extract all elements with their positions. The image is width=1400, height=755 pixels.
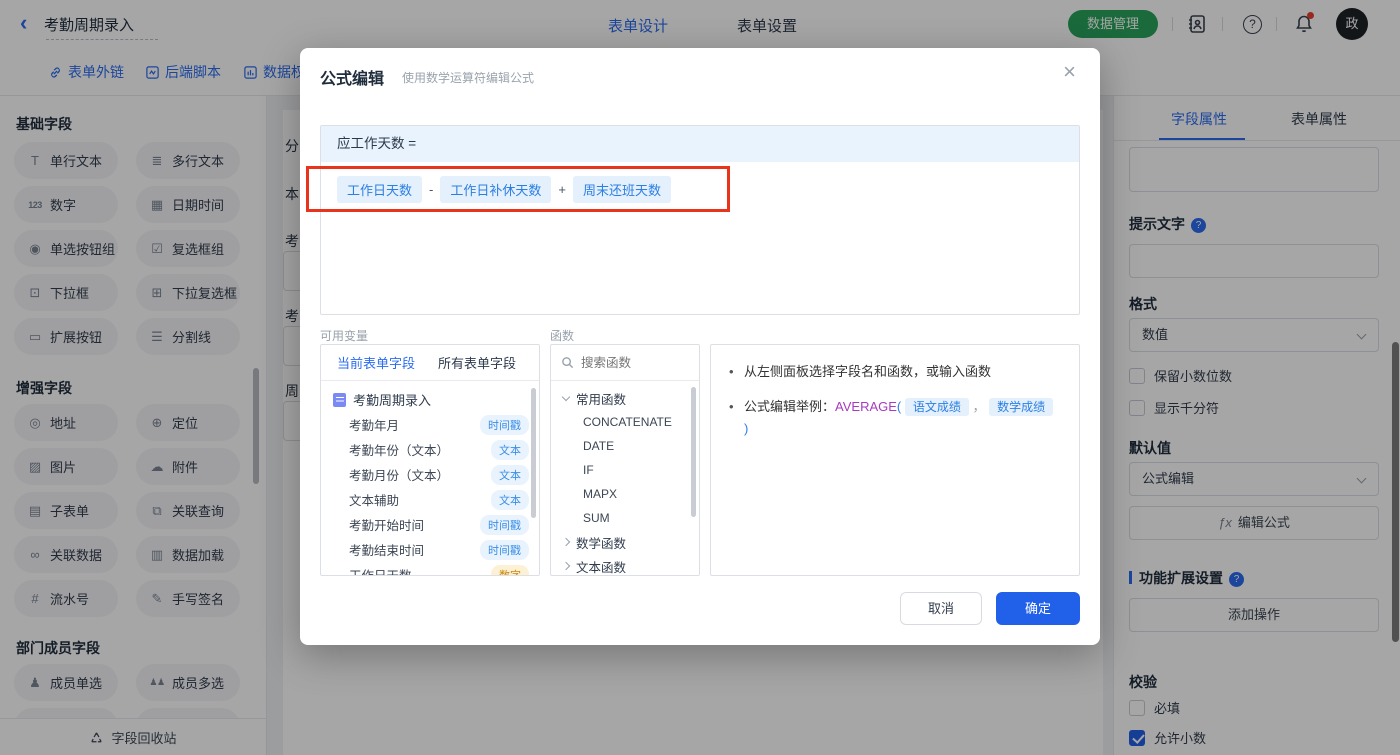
tip-comma: ，	[972, 399, 986, 414]
function-group-label: 文本函数	[576, 560, 627, 575]
tip-line-1: 从左侧面板选择字段名和函数，或输入函数	[729, 361, 1061, 383]
function-group-label: 数学函数	[576, 536, 627, 551]
variable-name: 考勤年份（文本）	[349, 444, 450, 458]
function-group-math[interactable]: 数学函数	[551, 530, 699, 554]
function-group-text[interactable]: 文本函数	[551, 554, 699, 575]
function-group-common[interactable]: 常用函数	[551, 386, 699, 410]
tip-function-name: AVERAGE	[835, 399, 897, 414]
variable-type-badge: 文本	[491, 489, 529, 510]
variables-form-name: 考勤周期录入	[353, 393, 432, 408]
tip-paren-open: (	[896, 399, 902, 414]
variable-row[interactable]: 考勤开始时间 时间戳	[321, 512, 539, 537]
tips-panel: 从左侧面板选择字段名和函数，或输入函数 公式编辑举例：AVERAGE( 语文成绩…	[710, 344, 1080, 576]
tip-paren-close: )	[744, 421, 749, 436]
tip-example-chip: 数学成绩	[989, 398, 1054, 416]
variables-scrollbar[interactable]	[531, 388, 536, 518]
formula-edit-modal: 公式编辑 使用数学运算符编辑公式 × 应工作天数 = 工作日天数 - 工作日补休…	[300, 48, 1100, 645]
function-group-label: 常用函数	[576, 392, 627, 407]
tip-example-chip: 语文成绩	[904, 398, 969, 416]
variables-tabs: 当前表单字段 所有表单字段	[321, 345, 539, 381]
search-input[interactable]	[581, 355, 676, 370]
variable-type-badge: 文本	[491, 464, 529, 485]
form-doc-icon	[333, 392, 346, 407]
annotation-red-box	[306, 166, 730, 212]
variable-type-badge: 数字	[491, 564, 529, 575]
function-search	[551, 345, 699, 381]
formula-editor: 应工作天数 = 工作日天数 - 工作日补休天数 + 周末还班天数	[320, 125, 1080, 315]
variable-name: 考勤月份（文本）	[349, 469, 450, 483]
variable-row[interactable]: 考勤结束时间 时间戳	[321, 537, 539, 562]
variable-type-badge: 文本	[491, 439, 529, 460]
tab-current-form-fields[interactable]: 当前表单字段	[337, 353, 415, 372]
tip-example-prefix: 公式编辑举例：	[744, 399, 836, 414]
functions-scrollbar[interactable]	[691, 387, 696, 517]
variable-row[interactable]: 考勤年份（文本） 文本	[321, 437, 539, 462]
variable-type-badge: 时间戳	[480, 414, 529, 435]
confirm-button[interactable]: 确定	[996, 592, 1080, 625]
function-item[interactable]: DATE	[551, 434, 699, 458]
functions-label: 函数	[550, 329, 575, 343]
chevron-right-icon	[561, 537, 571, 547]
functions-tree: 常用函数 CONCATENATE DATE IF MAPX SUM 数学函数 文…	[551, 381, 699, 575]
variables-form-node[interactable]: 考勤周期录入	[321, 387, 539, 412]
variable-name: 工作日天数	[349, 569, 412, 576]
search-icon	[562, 357, 574, 369]
variable-type-badge: 时间戳	[480, 514, 529, 535]
tab-all-form-fields[interactable]: 所有表单字段	[438, 353, 516, 372]
variables-tree: 考勤周期录入 考勤年月 时间戳 考勤年份（文本） 文本 考勤月份（文本） 文本 文本辅…	[321, 381, 539, 576]
formula-target: 应工作天数 =	[321, 126, 1079, 162]
function-item[interactable]: SUM	[551, 506, 699, 530]
variable-row[interactable]: 工作日天数 数字	[321, 562, 539, 576]
variable-name: 文本辅助	[349, 494, 400, 508]
variables-panel: 当前表单字段 所有表单字段 考勤周期录入 考勤年月 时间戳 考勤年份（文本） 文本 …	[320, 344, 540, 576]
variable-name: 考勤结束时间	[349, 544, 425, 558]
cancel-button[interactable]: 取消	[900, 592, 982, 625]
variable-name: 考勤开始时间	[349, 519, 425, 533]
variable-type-badge: 时间戳	[480, 539, 529, 560]
function-item[interactable]: IF	[551, 458, 699, 482]
chevron-right-icon	[561, 561, 571, 571]
modal-title: 公式编辑	[320, 71, 385, 88]
variable-row[interactable]: 考勤月份（文本） 文本	[321, 462, 539, 487]
available-variables-label: 可用变量	[320, 329, 369, 343]
function-item[interactable]: MAPX	[551, 482, 699, 506]
modal-subtitle: 使用数学运算符编辑公式	[402, 71, 535, 85]
tip-line-2: 公式编辑举例：AVERAGE( 语文成绩 ， 数学成绩 )	[729, 396, 1061, 440]
functions-panel: 常用函数 CONCATENATE DATE IF MAPX SUM 数学函数 文…	[550, 344, 700, 576]
close-icon[interactable]: ×	[1063, 61, 1076, 83]
variable-row[interactable]: 文本辅助 文本	[321, 487, 539, 512]
chevron-down-icon	[561, 392, 571, 401]
function-item[interactable]: CONCATENATE	[551, 410, 699, 434]
variable-name: 考勤年月	[349, 419, 400, 433]
variable-row[interactable]: 考勤年月 时间戳	[321, 412, 539, 437]
